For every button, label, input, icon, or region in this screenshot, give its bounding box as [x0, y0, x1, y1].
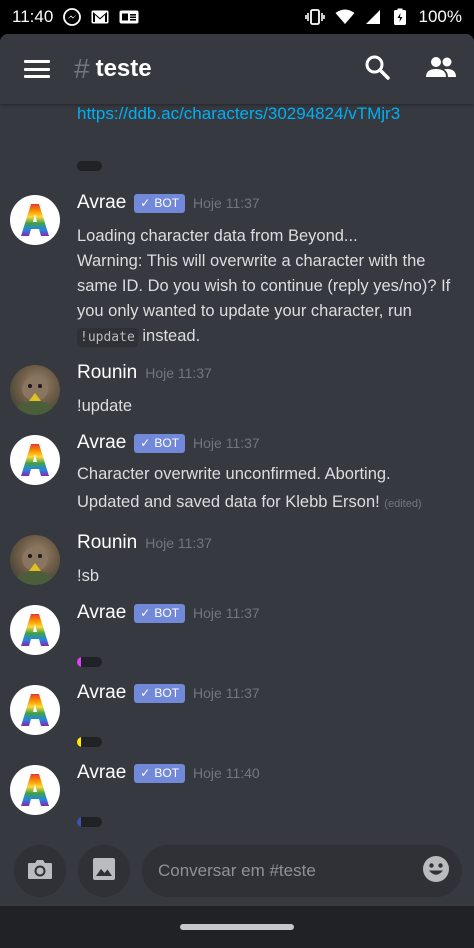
- inline-code: !update: [77, 328, 138, 347]
- link-embed: [77, 161, 102, 171]
- vibrate-icon: [304, 9, 325, 25]
- gmail-icon: [91, 10, 109, 24]
- channel-title: teste: [95, 55, 152, 82]
- timestamp: Hoje 11:37: [193, 435, 260, 451]
- image-button[interactable]: [78, 845, 130, 897]
- members-icon[interactable]: [426, 56, 456, 83]
- avatar[interactable]: [10, 765, 60, 815]
- message-content: !sb: [77, 567, 100, 585]
- check-icon: ✓: [140, 766, 151, 780]
- channel-header: # teste: [0, 34, 474, 104]
- author-name[interactable]: Avrae: [77, 192, 126, 214]
- avatar[interactable]: [10, 195, 60, 245]
- message-input-container[interactable]: [142, 845, 462, 897]
- avatar[interactable]: [10, 535, 60, 585]
- search-icon[interactable]: [364, 54, 390, 85]
- timestamp: Hoje 11:37: [145, 535, 212, 551]
- author-name[interactable]: Avrae: [77, 432, 126, 454]
- news-icon: [119, 10, 139, 24]
- home-gesture-bar[interactable]: [180, 924, 294, 930]
- timestamp: Hoje 11:37: [193, 195, 260, 211]
- timestamp: Hoje 11:37: [145, 365, 212, 381]
- embed-pill: [77, 737, 102, 747]
- check-icon: ✓: [140, 196, 151, 210]
- avatar[interactable]: [10, 605, 60, 655]
- bot-tag: ✓ BOT: [134, 193, 186, 213]
- battery-icon: [391, 8, 409, 26]
- timestamp: Hoje 11:37: [193, 605, 260, 621]
- message-content: !update: [77, 397, 133, 415]
- character-link[interactable]: https://ddb.ac/characters/30294824/vTMjr…: [77, 104, 400, 124]
- author-name[interactable]: Avrae: [77, 602, 126, 624]
- bot-tag: ✓ BOT: [134, 683, 186, 703]
- camera-icon: [27, 858, 53, 885]
- battery-percent: 100%: [418, 7, 462, 26]
- hash-icon: #: [74, 53, 90, 84]
- edited-label: (edited): [384, 498, 422, 510]
- timestamp: Hoje 11:40: [193, 765, 260, 781]
- avatar[interactable]: [10, 435, 60, 485]
- author-name[interactable]: Rounin: [77, 532, 137, 554]
- check-icon: ✓: [140, 686, 151, 700]
- bot-tag: ✓ BOT: [134, 763, 186, 783]
- camera-button[interactable]: [14, 845, 66, 897]
- emoji-icon[interactable]: [422, 855, 450, 888]
- author-name[interactable]: Avrae: [77, 762, 126, 784]
- author-name[interactable]: Rounin: [77, 362, 137, 384]
- embed-pill: [77, 817, 102, 827]
- messenger-icon: [63, 8, 82, 26]
- message-content: Character overwrite unconfirmed. Abortin…: [77, 465, 422, 511]
- timestamp: Hoje 11:37: [193, 685, 260, 701]
- image-icon: [92, 857, 116, 886]
- chat-app: # teste https://ddb.ac/characters/302948…: [0, 34, 474, 906]
- check-icon: ✓: [140, 606, 151, 620]
- message-content: Loading character data from Beyond... Wa…: [77, 227, 451, 347]
- bot-tag: ✓ BOT: [134, 433, 186, 453]
- message-input[interactable]: [158, 861, 422, 881]
- wifi-icon: [335, 9, 355, 25]
- avatar[interactable]: [10, 685, 60, 735]
- check-icon: ✓: [140, 436, 151, 450]
- composer: [0, 836, 474, 906]
- bot-tag: ✓ BOT: [134, 603, 186, 623]
- signal-icon: [365, 9, 381, 25]
- status-bar: 11:40 100%: [0, 0, 474, 34]
- author-name[interactable]: Avrae: [77, 682, 126, 704]
- status-time: 11:40: [12, 7, 54, 26]
- menu-icon[interactable]: [22, 57, 52, 81]
- avatar[interactable]: [10, 365, 60, 415]
- embed-pill: [77, 657, 102, 667]
- message-list[interactable]: https://ddb.ac/characters/30294824/vTMjr…: [0, 104, 474, 836]
- system-nav-bar: [0, 906, 474, 948]
